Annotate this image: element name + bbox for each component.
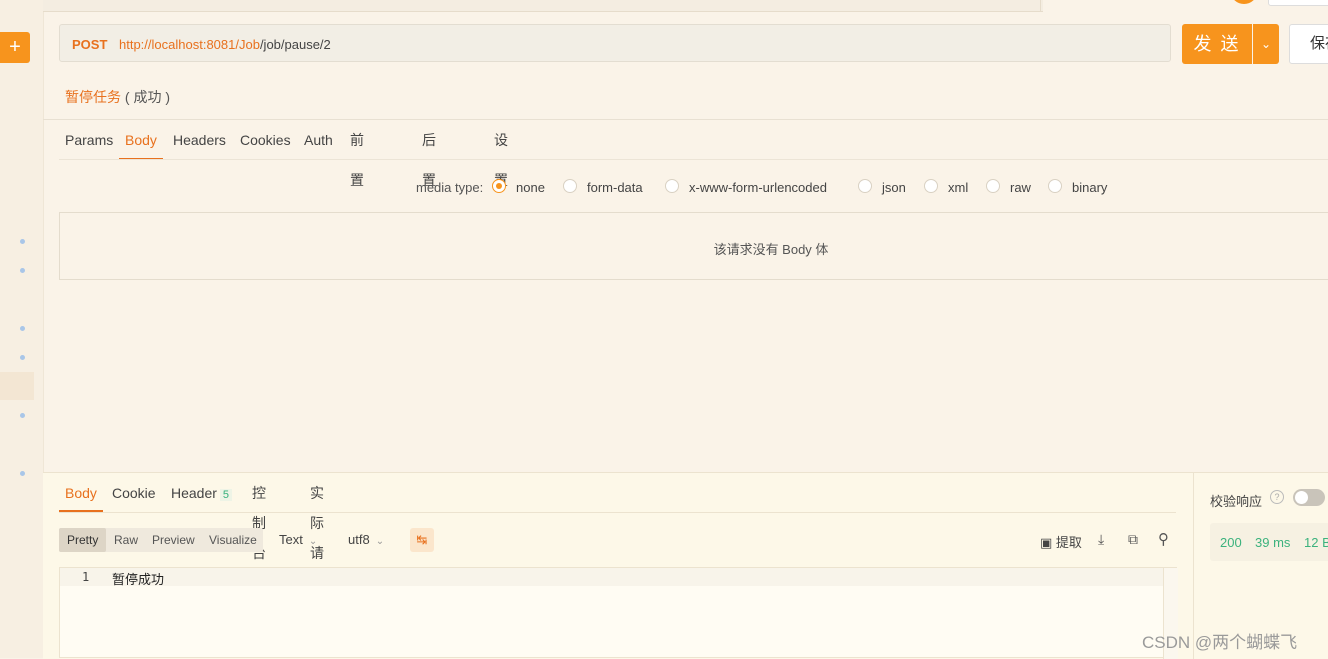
rail-selected-item[interactable]: [0, 372, 34, 400]
url-path: /job/pause/2: [259, 37, 331, 52]
validate-toggle[interactable]: [1293, 489, 1325, 506]
radio-none[interactable]: [492, 179, 506, 193]
radio-binary[interactable]: [1048, 179, 1062, 193]
response-time: 39 ms: [1255, 535, 1291, 550]
radio-label-binary[interactable]: binary: [1072, 180, 1107, 195]
radio-urlencoded[interactable]: [665, 179, 679, 193]
rail-dot-icon[interactable]: [20, 268, 25, 273]
tab-body[interactable]: Body: [119, 120, 163, 160]
response-content: 暂停成功: [112, 573, 165, 588]
divider: [59, 512, 1176, 513]
save-button[interactable]: 保存: [1289, 24, 1328, 64]
radio-raw[interactable]: [986, 179, 1000, 193]
divider: [59, 159, 1328, 160]
encoding-value: utf8: [348, 532, 370, 547]
tab-cookies[interactable]: Cookies: [240, 120, 291, 158]
rail-dot-icon[interactable]: [20, 471, 25, 476]
media-type-row: media type: none form-data x-www-form-ur…: [0, 178, 1328, 198]
extract-icon: ▣: [1040, 535, 1053, 550]
environment-select[interactable]: [1268, 0, 1328, 6]
view-pretty[interactable]: Pretty: [59, 528, 107, 552]
view-preview[interactable]: Preview: [144, 528, 203, 552]
avatar[interactable]: [1231, 0, 1257, 4]
radio-label-form-data[interactable]: form-data: [587, 180, 643, 195]
body-empty-panel: 该请求没有 Body 体: [59, 212, 1328, 280]
chevron-down-icon: ⌄: [1260, 37, 1272, 51]
resp-tab-actual-request[interactable]: 实际请求: [310, 478, 324, 617]
tab-settings[interactable]: 设置: [494, 120, 508, 188]
rail-dot-icon[interactable]: [20, 239, 25, 244]
view-raw[interactable]: Raw: [106, 528, 146, 552]
send-dropdown-button[interactable]: ⌄: [1253, 24, 1279, 64]
wrap-icon: ↹: [416, 532, 428, 547]
method-select[interactable]: POST: [72, 37, 107, 52]
request-name[interactable]: 暂停任务: [65, 89, 121, 105]
help-icon[interactable]: ?: [1270, 490, 1284, 504]
radio-form-data[interactable]: [563, 179, 577, 193]
resp-tab-header[interactable]: Header 5: [171, 478, 233, 510]
tab-strip-divider: [1040, 0, 1191, 11]
tab-auth[interactable]: Auth: [304, 120, 333, 158]
validate-response-label: 校验响应: [1210, 494, 1263, 509]
radio-json[interactable]: [858, 179, 872, 193]
resp-tab-body[interactable]: Body: [59, 478, 103, 512]
add-button[interactable]: +: [0, 32, 30, 63]
wrap-lines-button[interactable]: ↹: [410, 528, 434, 552]
resp-tab-console[interactable]: 控制台: [252, 478, 266, 561]
rail-dot-icon[interactable]: [20, 326, 25, 331]
request-status: ( 成功 ): [124, 89, 170, 105]
header-count-badge: 5: [219, 489, 233, 501]
extract-label: 提取: [1055, 535, 1082, 550]
line-number: 1: [82, 570, 90, 584]
download-icon[interactable]: ⤓: [1098, 531, 1104, 548]
code-line: 1 暂停成功: [60, 568, 1163, 588]
tab-post-request[interactable]: 后置操作: [422, 120, 436, 268]
send-button[interactable]: 发 送: [1182, 24, 1252, 64]
toggle-knob: [1295, 491, 1308, 504]
copy-icon[interactable]: ⧉: [1128, 531, 1138, 548]
radio-label-raw[interactable]: raw: [1010, 180, 1031, 195]
extract-button[interactable]: ▣ 提取: [1040, 532, 1082, 551]
view-mode-group: Pretty Raw Preview Visualize: [59, 528, 263, 552]
url-input[interactable]: http://localhost:8081/Job/job/pause/2: [119, 37, 331, 52]
radio-label-none[interactable]: none: [516, 180, 545, 195]
response-body-editor[interactable]: 1 暂停成功: [59, 567, 1178, 659]
request-title: 暂停任务 ( 成功 ): [65, 87, 170, 107]
body-empty-message: 该请求没有 Body 体: [713, 242, 829, 257]
divider: [43, 119, 1328, 120]
resp-tab-cookie[interactable]: Cookie: [112, 478, 156, 510]
media-type-label: media type:: [416, 180, 484, 195]
radio-label-xml[interactable]: xml: [948, 180, 968, 195]
response-stats: 200 39 ms 12 B: [1210, 523, 1328, 561]
search-icon[interactable]: ⚲: [1158, 530, 1169, 548]
resp-tab-header-label: Header: [171, 485, 217, 501]
tab-headers[interactable]: Headers: [173, 120, 226, 158]
radio-label-urlencoded[interactable]: x-www-form-urlencoded: [689, 180, 827, 195]
radio-label-json[interactable]: json: [882, 180, 906, 195]
view-visualize[interactable]: Visualize: [201, 528, 265, 552]
format-select[interactable]: Text ⌄: [279, 532, 317, 547]
chevron-down-icon: ⌄: [375, 536, 385, 547]
format-value: Text: [279, 532, 303, 547]
rail-dot-icon[interactable]: [20, 413, 25, 418]
radio-xml[interactable]: [924, 179, 938, 193]
tab-strip: [43, 0, 1043, 12]
status-code: 200: [1220, 535, 1242, 550]
tab-pre-request[interactable]: 前置操作: [350, 120, 364, 268]
url-bar[interactable]: POST http://localhost:8081/Job/job/pause…: [59, 24, 1171, 62]
url-env-variable: http://localhost:8081/Job: [119, 37, 260, 52]
watermark: CSDN @两个蝴蝶飞: [1142, 633, 1298, 652]
chevron-down-icon: ⌄: [308, 536, 318, 547]
tab-params[interactable]: Params: [65, 120, 113, 158]
rail-dot-icon[interactable]: [20, 355, 25, 360]
encoding-select[interactable]: utf8 ⌄: [348, 532, 384, 547]
response-size: 12 B: [1304, 535, 1328, 550]
